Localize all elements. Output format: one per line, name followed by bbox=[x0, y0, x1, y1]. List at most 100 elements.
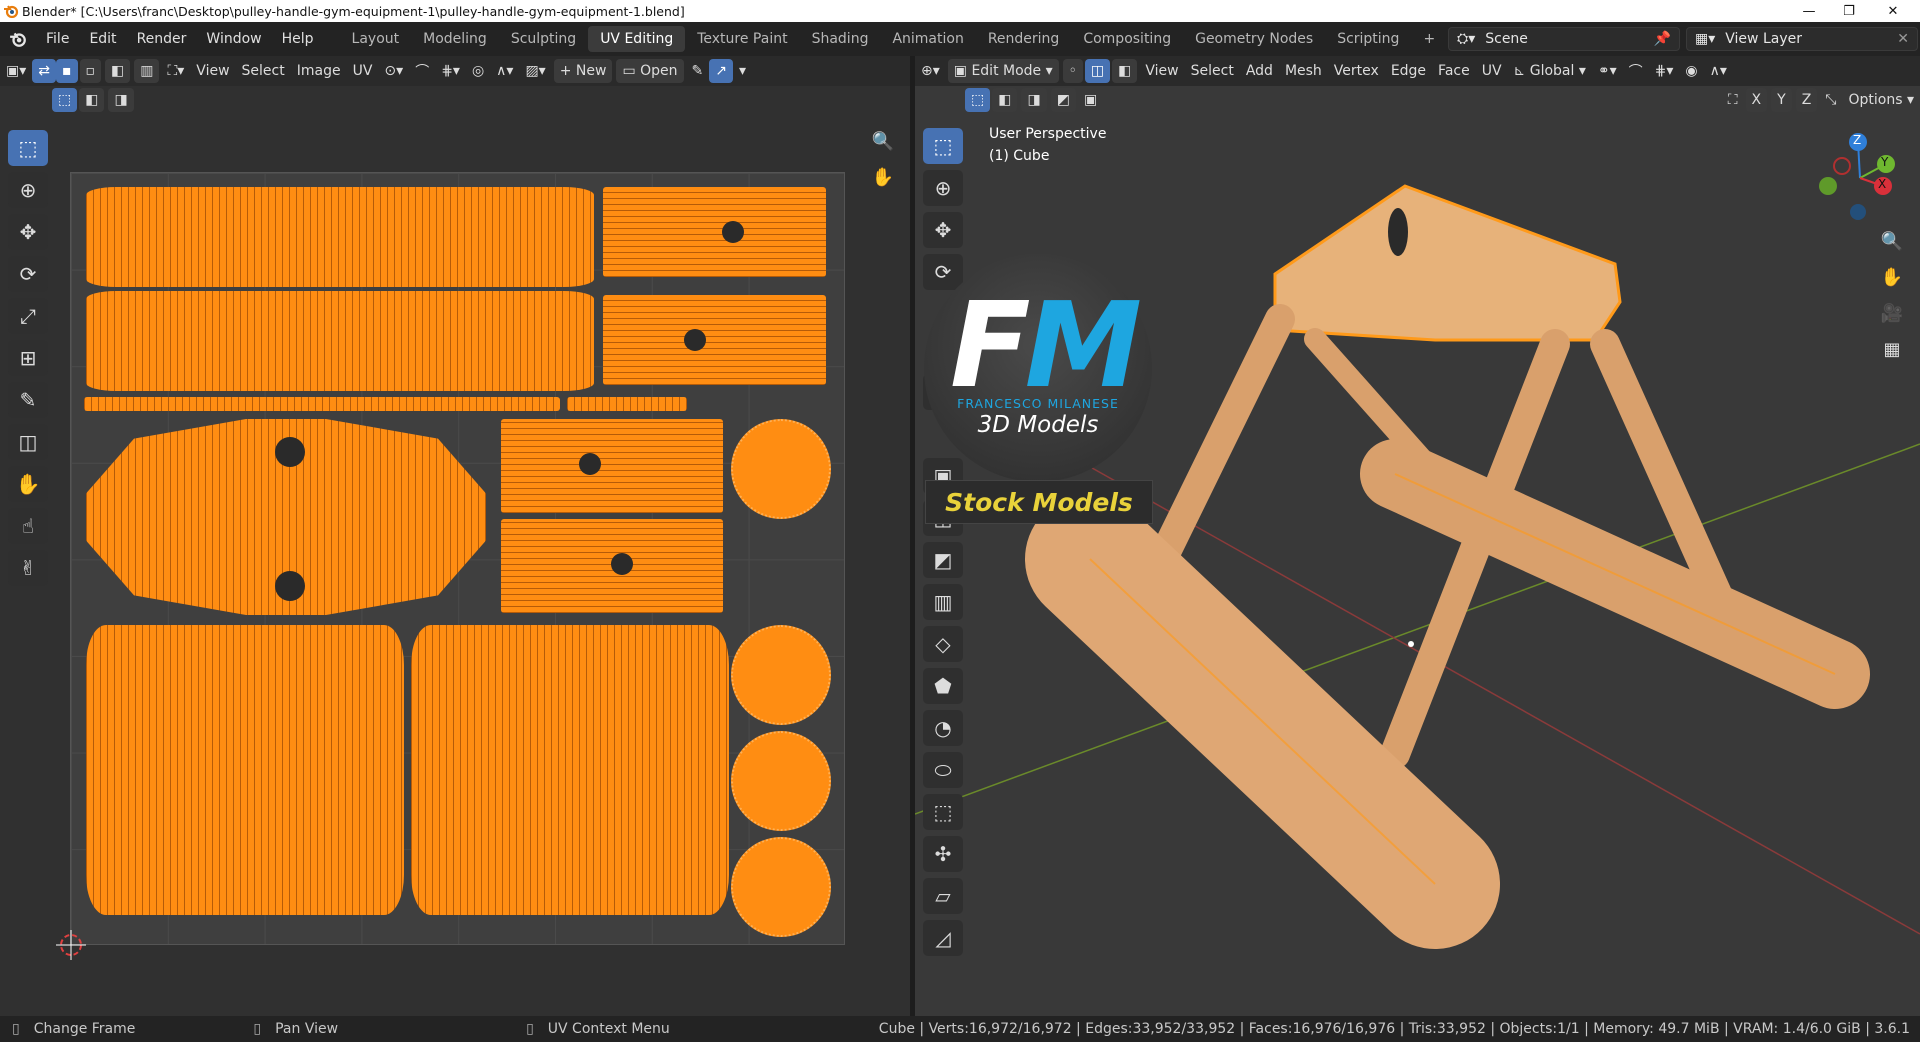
image-browse-icon[interactable]: ▨▾ bbox=[519, 59, 551, 83]
poly-build-tool-icon[interactable]: ⬟ bbox=[923, 668, 963, 704]
pivot-icon[interactable]: ⊙▾ bbox=[378, 59, 409, 83]
spin-tool-icon[interactable]: ◔ bbox=[923, 710, 963, 746]
vp-menu-mesh[interactable]: Mesh bbox=[1279, 59, 1328, 83]
transform-tool-icon[interactable]: ⊞ bbox=[8, 340, 48, 376]
menu-edit[interactable]: Edit bbox=[79, 31, 126, 47]
tab-animation[interactable]: Animation bbox=[880, 26, 975, 52]
vp-menu-edge[interactable]: Edge bbox=[1385, 59, 1432, 83]
edge-mode-icon[interactable]: ◫ bbox=[1084, 59, 1111, 83]
tab-scripting[interactable]: Scripting bbox=[1325, 26, 1411, 52]
vp-zoom-icon[interactable]: 🔍 bbox=[1877, 226, 1907, 256]
scale-tool-icon[interactable]: ⤢ bbox=[8, 298, 48, 334]
snap-icon[interactable]: ⌒ bbox=[409, 59, 435, 83]
face-mode-icon[interactable]: ◧ bbox=[1112, 59, 1138, 83]
vp-menu-uv[interactable]: UV bbox=[1476, 59, 1508, 83]
vp-select-extend-icon[interactable]: ◧ bbox=[992, 88, 1018, 112]
select-box-mode-icon[interactable]: ⬚ bbox=[52, 88, 78, 112]
restore-button[interactable]: ❐ bbox=[1826, 0, 1872, 22]
bevel-tool-icon[interactable]: ◩ bbox=[923, 542, 963, 578]
falloff-type-icon[interactable]: ∧▾ bbox=[1704, 59, 1733, 83]
shear-tool-icon[interactable]: ▱ bbox=[923, 878, 963, 914]
rip-tool-icon[interactable]: ◫ bbox=[8, 424, 48, 460]
cursor-tool-icon[interactable]: ⊕ bbox=[8, 172, 48, 208]
annotate-tool-icon[interactable]: ✎ bbox=[8, 382, 48, 418]
uv-menu-uv[interactable]: UV bbox=[347, 59, 379, 83]
ortho-toggle-icon[interactable]: ▦ bbox=[1877, 334, 1907, 364]
topology-mirror-icon[interactable]: ⤡ bbox=[1819, 88, 1842, 112]
vp-select-intersect-icon[interactable]: ▣ bbox=[1078, 88, 1103, 112]
uv-menu-select[interactable]: Select bbox=[236, 59, 291, 83]
mirror-z-toggle[interactable]: Z bbox=[1795, 88, 1818, 112]
vp-select-invert-icon[interactable]: ◩ bbox=[1050, 88, 1076, 112]
select-subtract-icon[interactable]: ◨ bbox=[108, 88, 134, 112]
smooth-tool-icon[interactable]: ⬭ bbox=[923, 752, 963, 788]
mirror-y-toggle[interactable]: Y bbox=[1771, 88, 1792, 112]
edge-slide-tool-icon[interactable]: ⬚ bbox=[923, 794, 963, 830]
scene-selector[interactable]: ⛭▾ Scene 📌 bbox=[1448, 27, 1680, 51]
proportional-icon[interactable]: ◎ bbox=[466, 59, 490, 83]
display-channels-icon[interactable]: ▾ bbox=[733, 59, 752, 83]
vp-menu-view[interactable]: View bbox=[1139, 59, 1184, 83]
vp-menu-vertex[interactable]: Vertex bbox=[1328, 59, 1385, 83]
tab-shading[interactable]: Shading bbox=[800, 26, 881, 52]
rip-region-tool-icon[interactable]: ◿ bbox=[923, 920, 963, 956]
falloff-icon[interactable]: ∧▾ bbox=[490, 59, 519, 83]
menu-file[interactable]: File bbox=[36, 31, 79, 47]
vp-select-subtract-icon[interactable]: ◨ bbox=[1021, 88, 1047, 112]
uv-menu-view[interactable]: View bbox=[190, 59, 235, 83]
uv-grid[interactable] bbox=[70, 172, 845, 945]
grab-tool-icon[interactable]: ✋ bbox=[8, 466, 48, 502]
close-window-button[interactable]: ✕ bbox=[1870, 0, 1916, 22]
sync-selection-icon[interactable]: ⇄ bbox=[32, 59, 56, 83]
tab-texture-paint[interactable]: Texture Paint bbox=[685, 26, 799, 52]
select-box-tool-icon[interactable]: ⬚ bbox=[8, 130, 48, 166]
loop-cut-tool-icon[interactable]: ▥ bbox=[923, 584, 963, 620]
pinch-tool-icon[interactable]: ✌ bbox=[8, 550, 48, 586]
camera-view-icon[interactable]: 🎥 bbox=[1877, 298, 1907, 328]
tab-rendering[interactable]: Rendering bbox=[976, 26, 1072, 52]
add-workspace-button[interactable]: + bbox=[1411, 26, 1447, 52]
options-dropdown[interactable]: Options ▾ bbox=[1842, 88, 1920, 112]
tab-geometry-nodes[interactable]: Geometry Nodes bbox=[1183, 26, 1325, 52]
pan-hand-icon[interactable]: ✋ bbox=[868, 162, 898, 192]
viewport-editor-type-icon[interactable]: ⊕▾ bbox=[915, 59, 946, 83]
vp-cursor-tool-icon[interactable]: ⊕ bbox=[923, 170, 963, 206]
tab-layout[interactable]: Layout bbox=[340, 26, 412, 52]
island-select-icon[interactable]: ▥ bbox=[134, 59, 160, 83]
rotate-tool-icon[interactable]: ⟳ bbox=[8, 256, 48, 292]
view-layer-selector[interactable]: ▦▾ View Layer ✕ bbox=[1686, 27, 1918, 51]
vp-select-tool-icon[interactable]: ⬚ bbox=[923, 128, 963, 164]
select-extend-icon[interactable]: ◧ bbox=[79, 88, 105, 112]
transform-orientation-selector[interactable]: ⊾ Global ▾ bbox=[1508, 59, 1592, 83]
zoom-icon[interactable]: 🔍 bbox=[868, 126, 898, 156]
vp-move-tool-icon[interactable]: ✥ bbox=[923, 212, 963, 248]
new-image-button[interactable]: + New bbox=[553, 59, 613, 83]
move-tool-icon[interactable]: ✥ bbox=[8, 214, 48, 250]
mode-selector[interactable]: ▣ Edit Mode ▾ bbox=[947, 59, 1059, 83]
edge-select-icon[interactable]: ▫ bbox=[79, 59, 101, 83]
editor-type-icon[interactable]: ▣▾ bbox=[0, 59, 32, 83]
snap-target-icon[interactable]: ⋕▾ bbox=[435, 59, 466, 83]
pin-image-icon[interactable]: ✎ bbox=[686, 59, 710, 83]
face-select-icon[interactable]: ◧ bbox=[105, 59, 131, 83]
tab-modeling[interactable]: Modeling bbox=[411, 26, 499, 52]
uv-sync-icon[interactable]: ↗ bbox=[709, 59, 734, 83]
vp-menu-select[interactable]: Select bbox=[1185, 59, 1240, 83]
vertex-select-icon[interactable]: ▪ bbox=[56, 59, 78, 83]
vp-select-box-mode-icon[interactable]: ⬚ bbox=[965, 88, 991, 112]
proportional-edit-icon[interactable]: ◉ bbox=[1679, 59, 1703, 83]
snap-toggle-icon[interactable]: ⌒ bbox=[1623, 59, 1649, 83]
snap-element-icon[interactable]: ⋕▾ bbox=[1649, 59, 1680, 83]
viewport-canvas[interactable] bbox=[915, 114, 1920, 1016]
shrink-fatten-tool-icon[interactable]: ✣ bbox=[923, 836, 963, 872]
navigation-gizmo[interactable]: Z Y X bbox=[1816, 130, 1906, 226]
pivot-point-icon[interactable]: ⚭▾ bbox=[1592, 59, 1623, 83]
tab-sculpting[interactable]: Sculpting bbox=[499, 26, 588, 52]
blender-menu-icon[interactable] bbox=[0, 31, 36, 47]
vp-pan-icon[interactable]: ✋ bbox=[1877, 262, 1907, 292]
menu-render[interactable]: Render bbox=[127, 31, 197, 47]
vp-menu-add[interactable]: Add bbox=[1240, 59, 1279, 83]
tab-compositing[interactable]: Compositing bbox=[1071, 26, 1183, 52]
sticky-mode-icon[interactable]: ⛶▾ bbox=[161, 59, 190, 83]
tab-uv-editing[interactable]: UV Editing bbox=[588, 26, 686, 52]
